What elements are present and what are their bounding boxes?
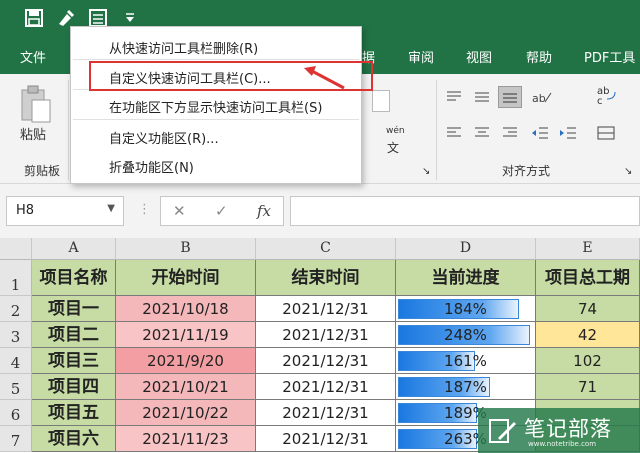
alignment-dialog-launcher-icon[interactable]: ↘ bbox=[624, 166, 632, 177]
menu-item-customize-ribbon[interactable]: 自定义功能区(R)... bbox=[109, 128, 219, 147]
column-header-b[interactable]: B bbox=[116, 238, 256, 260]
cancel-icon[interactable]: ✕ bbox=[173, 202, 186, 220]
header-cell[interactable]: 开始时间 bbox=[116, 260, 256, 296]
align-center-icon[interactable] bbox=[470, 122, 494, 144]
svg-text:文: 文 bbox=[387, 140, 399, 154]
start-date-cell[interactable]: 2021/10/21 bbox=[116, 374, 256, 400]
menu-item-show-qat-below[interactable]: 在功能区下方显示快速访问工具栏(S) bbox=[109, 97, 322, 116]
header-cell[interactable]: 项目名称 bbox=[32, 260, 116, 296]
header-cell[interactable]: 当前进度 bbox=[396, 260, 536, 296]
wrap-text-icon[interactable]: ab c bbox=[594, 84, 618, 106]
progress-cell[interactable]: 248% bbox=[396, 322, 536, 348]
progress-value: 248% bbox=[444, 326, 487, 344]
progress-cell[interactable]: 161% bbox=[396, 348, 536, 374]
red-arrow-icon bbox=[304, 66, 345, 90]
start-date-cell[interactable]: 2021/10/18 bbox=[116, 296, 256, 322]
align-right-icon[interactable] bbox=[498, 122, 522, 144]
align-left-icon[interactable] bbox=[442, 122, 466, 144]
clipboard-group-label: 剪贴板 bbox=[24, 164, 61, 178]
progress-cell[interactable]: 187% bbox=[396, 374, 536, 400]
row-header-7[interactable]: 7 bbox=[0, 426, 32, 452]
name-cell[interactable]: 项目二 bbox=[32, 322, 116, 348]
start-date-cell[interactable]: 2021/9/20 bbox=[116, 348, 256, 374]
tab-file[interactable]: 文件 bbox=[20, 47, 46, 66]
formula-bar: H8 ▼ ⋮ ✕ ✓ fx bbox=[0, 184, 640, 238]
progress-value: 187% bbox=[444, 378, 487, 396]
phonetic-label: wén bbox=[386, 126, 405, 136]
phonetic-guide-icon[interactable]: 文 bbox=[382, 136, 406, 158]
align-top-icon[interactable] bbox=[442, 86, 466, 108]
total-duration-cell[interactable]: 71 bbox=[536, 374, 640, 400]
row-header-1[interactable]: 1 bbox=[0, 260, 32, 296]
name-box[interactable]: H8 ▼ bbox=[6, 196, 124, 226]
row-header-3[interactable]: 3 bbox=[0, 322, 32, 348]
save-icon[interactable] bbox=[24, 8, 46, 30]
name-cell[interactable]: 项目五 bbox=[32, 400, 116, 426]
column-header-d[interactable]: D bbox=[396, 238, 536, 260]
column-header-a[interactable]: A bbox=[32, 238, 116, 260]
name-cell[interactable]: 项目四 bbox=[32, 374, 116, 400]
progress-value: 161% bbox=[444, 352, 487, 370]
pen-logo-icon bbox=[489, 419, 516, 443]
orientation-icon[interactable]: ab bbox=[530, 86, 554, 108]
svg-text:ab: ab bbox=[532, 92, 546, 105]
column-header-c[interactable]: C bbox=[256, 238, 396, 260]
svg-text:c: c bbox=[597, 96, 603, 106]
watermark: 笔记部落 www.notetribe.com bbox=[478, 408, 640, 453]
decrease-indent-icon[interactable] bbox=[528, 122, 552, 144]
increase-indent-icon[interactable] bbox=[556, 122, 580, 144]
start-date-cell[interactable]: 2021/11/19 bbox=[116, 322, 256, 348]
end-date-cell[interactable]: 2021/12/31 bbox=[256, 296, 396, 322]
formula-input[interactable] bbox=[290, 196, 640, 226]
tab-pdf-tools[interactable]: PDF工具 bbox=[584, 47, 635, 66]
font-dialog-launcher-icon[interactable]: ↘ bbox=[422, 166, 430, 177]
end-date-cell[interactable]: 2021/12/31 bbox=[256, 322, 396, 348]
chevron-down-icon[interactable]: ▼ bbox=[107, 203, 115, 214]
drag-handle-icon[interactable]: ⋮ bbox=[138, 202, 151, 217]
tab-review[interactable]: 审阅 bbox=[408, 47, 434, 66]
font-size-box[interactable] bbox=[372, 90, 390, 112]
formula-buttons: ✕ ✓ fx bbox=[160, 196, 284, 226]
menu-item-collapse-ribbon[interactable]: 折叠功能区(N) bbox=[109, 157, 194, 176]
row-header-2[interactable]: 2 bbox=[0, 296, 32, 322]
insert-function-icon[interactable]: fx bbox=[257, 202, 271, 220]
end-date-cell[interactable]: 2021/12/31 bbox=[256, 348, 396, 374]
header-cell[interactable]: 结束时间 bbox=[256, 260, 396, 296]
paste-label[interactable]: 粘贴 bbox=[20, 124, 46, 143]
total-duration-cell[interactable]: 102 bbox=[536, 348, 640, 374]
enter-icon[interactable]: ✓ bbox=[215, 202, 228, 220]
total-duration-cell[interactable]: 74 bbox=[536, 296, 640, 322]
row-header-4[interactable]: 4 bbox=[0, 348, 32, 374]
end-date-cell[interactable]: 2021/12/31 bbox=[256, 400, 396, 426]
tab-help[interactable]: 帮助 bbox=[526, 47, 552, 66]
row-header-5[interactable]: 5 bbox=[0, 374, 32, 400]
progress-cell[interactable]: 184% bbox=[396, 296, 536, 322]
align-bottom-icon[interactable] bbox=[498, 86, 522, 108]
watermark-url: www.notetribe.com bbox=[528, 440, 597, 448]
tab-view[interactable]: 视图 bbox=[466, 47, 492, 66]
select-all-corner[interactable] bbox=[0, 238, 32, 260]
align-middle-icon[interactable] bbox=[470, 86, 494, 108]
start-date-cell[interactable]: 2021/10/22 bbox=[116, 400, 256, 426]
name-box-value: H8 bbox=[16, 203, 35, 218]
row-header-6[interactable]: 6 bbox=[0, 400, 32, 426]
paste-icon[interactable] bbox=[18, 84, 52, 124]
total-duration-cell[interactable]: 42 bbox=[536, 322, 640, 348]
end-date-cell[interactable]: 2021/12/31 bbox=[256, 374, 396, 400]
name-cell[interactable]: 项目三 bbox=[32, 348, 116, 374]
header-cell[interactable]: 项目总工期 bbox=[536, 260, 640, 296]
name-cell[interactable]: 项目六 bbox=[32, 426, 116, 452]
start-date-cell[interactable]: 2021/11/23 bbox=[116, 426, 256, 452]
qat-context-menu: 从快速访问工具栏删除(R) 自定义快速访问工具栏(C)... 在功能区下方显示快… bbox=[70, 26, 373, 184]
watermark-text: 笔记部落 bbox=[524, 417, 612, 441]
column-header-e[interactable]: E bbox=[536, 238, 640, 260]
end-date-cell[interactable]: 2021/12/31 bbox=[256, 426, 396, 452]
progress-value: 184% bbox=[444, 300, 487, 318]
merge-center-icon[interactable] bbox=[594, 122, 618, 144]
name-cell[interactable]: 项目一 bbox=[32, 296, 116, 322]
alignment-group-label: 对齐方式 bbox=[502, 164, 551, 178]
menu-item-remove-from-qat[interactable]: 从快速访问工具栏删除(R) bbox=[109, 38, 258, 57]
